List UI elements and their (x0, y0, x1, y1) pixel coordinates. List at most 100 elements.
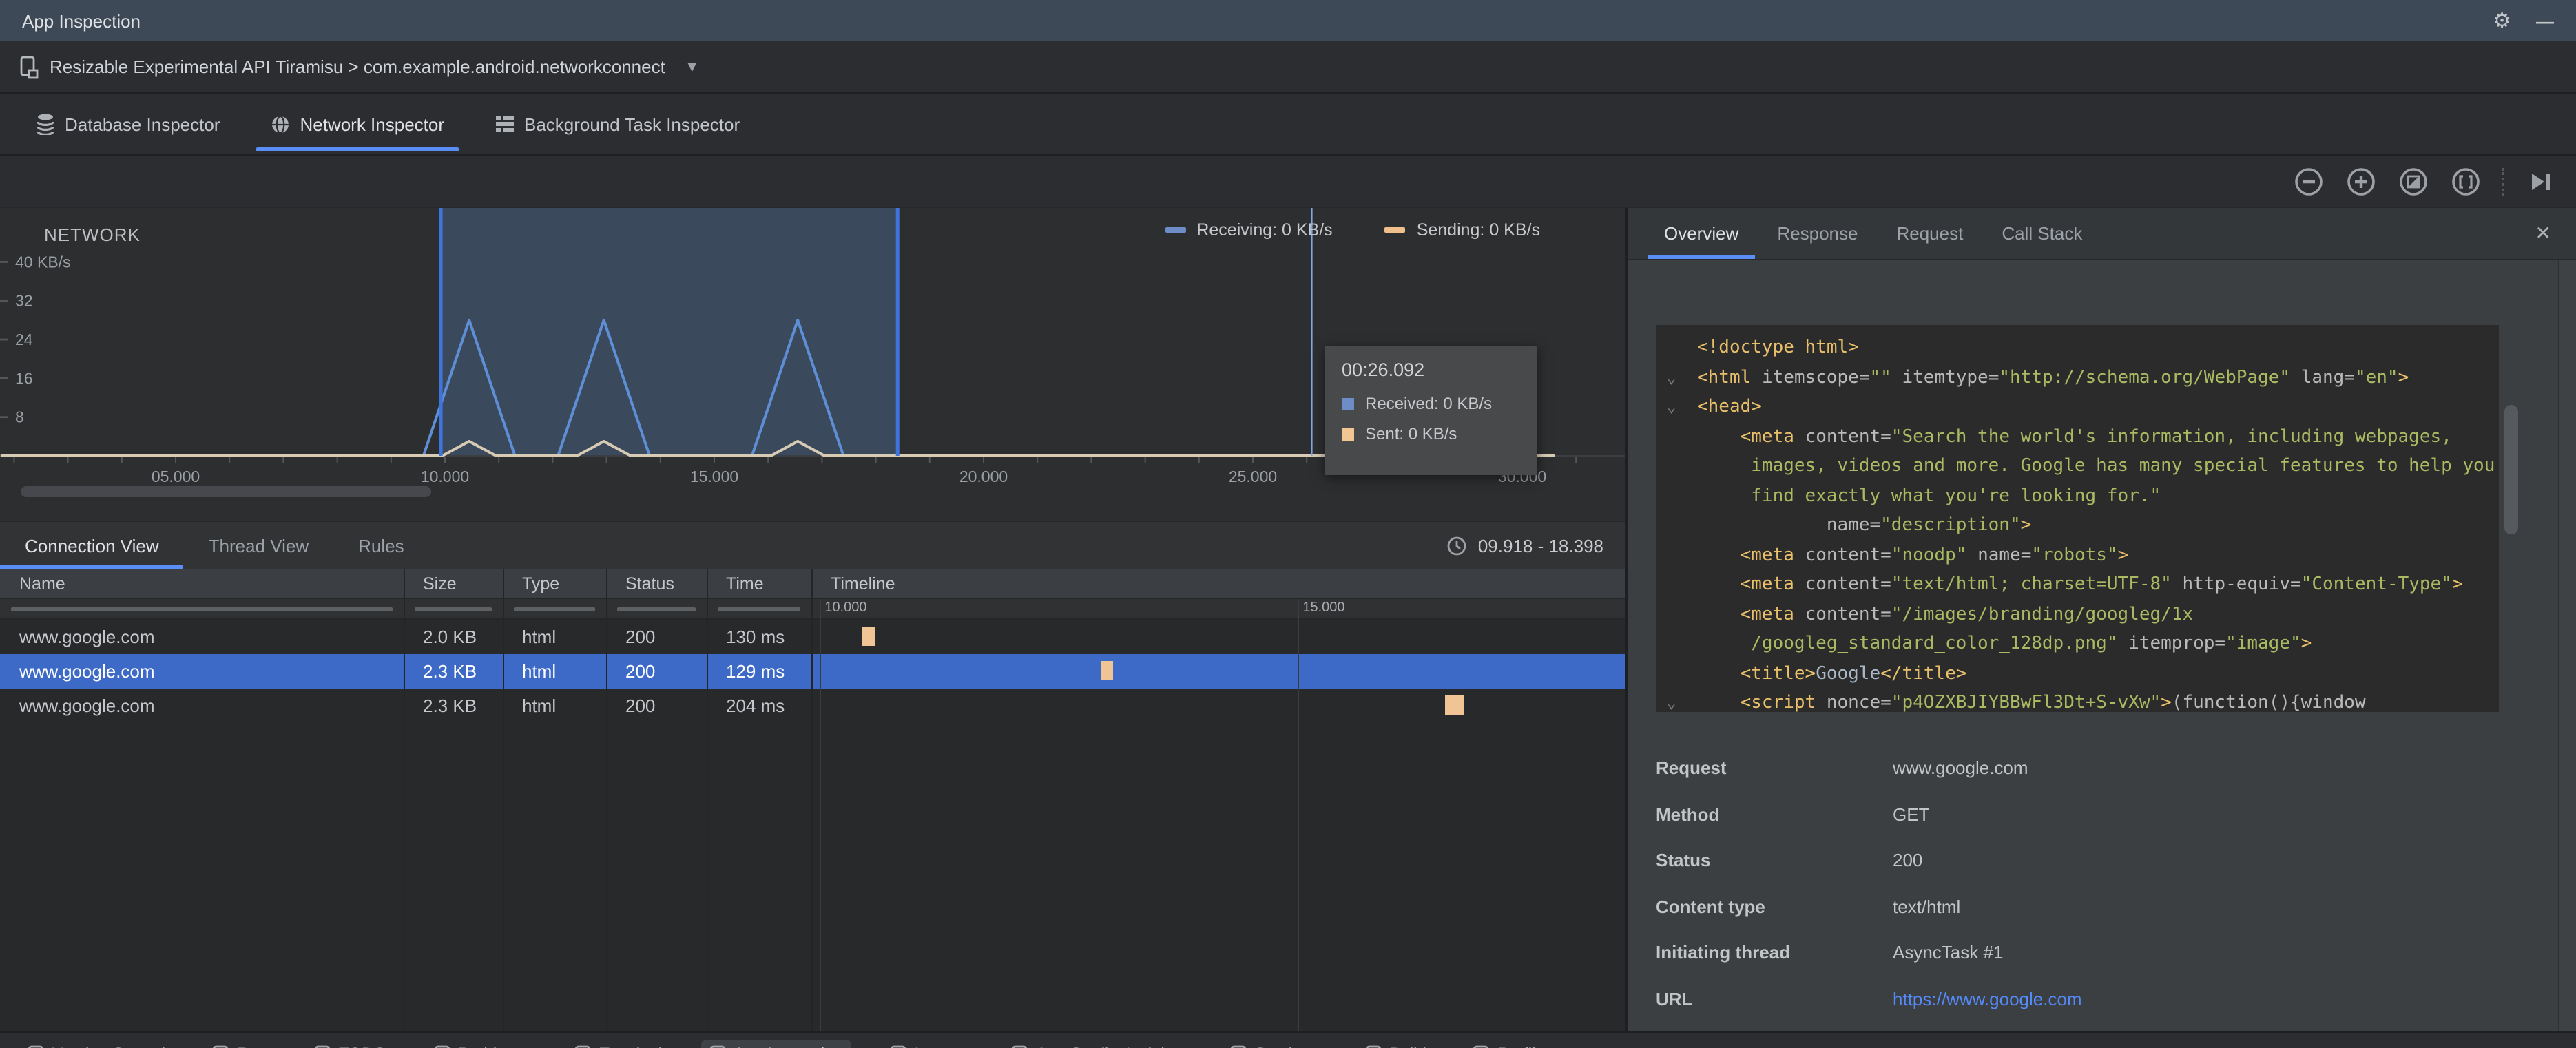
legend-receiving: Receiving: 0 KB/s (1165, 220, 1333, 240)
x-tick-label: 20.000 (959, 468, 1008, 485)
inspector-tabs: Database Inspector Network Inspector Bac… (0, 94, 2576, 156)
bottom-item-profiler[interactable]: Profiler (1465, 1039, 1559, 1048)
column-range-bar[interactable] (617, 607, 696, 611)
process-selector[interactable]: Resizable Experimental API Tiramisu > co… (0, 41, 2576, 94)
table-row[interactable]: www.google.com 2.3 KB html 200 204 ms (0, 689, 1625, 723)
chart-title: NETWORK (44, 224, 141, 245)
tab-network-inspector[interactable]: Network Inspector (250, 94, 464, 154)
timeline-bar[interactable] (1445, 695, 1465, 715)
column-header-timeline[interactable]: Timeline (811, 569, 1625, 598)
tab-response[interactable]: Response (1758, 208, 1877, 259)
scrollbar-thumb[interactable] (2504, 405, 2518, 534)
column-divider[interactable] (606, 569, 607, 1031)
reset-zoom-button[interactable] (2397, 165, 2430, 198)
bottom-item-label: App Inspection (734, 1043, 843, 1048)
column-range-bar[interactable] (514, 607, 595, 611)
field-value: GET (1893, 804, 1930, 825)
x-tick-label: 05.000 (152, 468, 200, 485)
code-line: <title>Google</title> (1740, 663, 1967, 684)
bottom-item-problems[interactable]: Problems (425, 1039, 536, 1048)
skip-to-end-button[interactable] (2524, 165, 2557, 198)
bottom-item-todo[interactable]: TODO (306, 1039, 395, 1048)
bottom-item-build[interactable]: Build (1356, 1039, 1434, 1048)
selected-range: 09.918 - 18.398 (1446, 535, 1603, 556)
timeline-bar[interactable] (862, 627, 875, 646)
bottom-item-logcat[interactable]: Logcat (882, 1039, 973, 1048)
column-header-time[interactable]: Time (707, 569, 811, 598)
table-row[interactable]: www.google.com 2.3 KB html 200 129 ms (0, 654, 1625, 689)
column-range-bar[interactable] (415, 607, 492, 611)
skip-to-end-icon (2532, 173, 2550, 189)
column-range-bar[interactable] (718, 607, 800, 611)
app-inspection-window: App Inspection ⚙ — Resizable Experimenta… (0, 0, 2576, 1048)
tool-window-icon (433, 1045, 450, 1048)
bottom-item-version-control[interactable]: Version Control (19, 1039, 174, 1048)
tab-call-stack[interactable]: Call Stack (1982, 208, 2101, 259)
close-icon[interactable]: ✕ (2527, 222, 2559, 245)
timeline-gridline (819, 599, 821, 1031)
cell-type: html (522, 661, 557, 682)
bottom-item-run[interactable]: Run (204, 1039, 276, 1048)
bottom-item-app-inspection[interactable]: App Inspection (700, 1039, 851, 1048)
column-header-size[interactable]: Size (404, 569, 503, 598)
fold-marker-icon[interactable]: ⌄ (1667, 392, 1683, 422)
tab-rules[interactable]: Rules (333, 522, 429, 569)
tab-overview[interactable]: Overview (1645, 208, 1758, 259)
column-header-type[interactable]: Type (503, 569, 606, 598)
timeline-bar[interactable] (1101, 661, 1114, 680)
column-divider[interactable] (404, 569, 405, 1031)
bottom-item-services[interactable]: Services (1221, 1039, 1326, 1048)
bottom-item-terminal[interactable]: Terminal (566, 1039, 670, 1048)
selection-left-handle (439, 208, 443, 456)
field-label: URL (1656, 988, 1693, 1009)
tab-label: Background Task Inspector (524, 114, 740, 134)
task-list-icon (495, 116, 513, 132)
chart-range-scrollbar (21, 486, 431, 497)
plus-circle-icon (2347, 167, 2375, 195)
gear-icon[interactable]: ⚙ (2493, 8, 2511, 33)
tab-request[interactable]: Request (1877, 208, 1982, 259)
bottom-item-label: Run (237, 1043, 267, 1048)
tab-thread-view[interactable]: Thread View (184, 522, 334, 569)
cell-time: 129 ms (726, 661, 785, 682)
table-row[interactable]: www.google.com 2.0 KB html 200 130 ms (0, 620, 1625, 654)
code-line: <meta content="/images/branding/googleg/… (1740, 604, 2194, 625)
zoom-out-button[interactable] (2292, 165, 2325, 198)
tab-background-task-inspector[interactable]: Background Task Inspector (475, 94, 759, 154)
field-label: Method (1656, 804, 1720, 825)
tool-window-icon (1473, 1045, 1490, 1048)
detail-field: Content type text/html (1656, 883, 2482, 930)
fold-marker-icon[interactable]: ⌄ (1667, 363, 1683, 392)
tool-window-icon (1230, 1045, 1246, 1048)
zoom-in-button[interactable] (2345, 165, 2378, 198)
x-tick-label: 10.000 (421, 468, 469, 485)
fold-marker-icon[interactable]: ⌄ (1667, 689, 1683, 712)
bottom-item-label: Build (1389, 1043, 1426, 1048)
cell-size: 2.3 KB (423, 695, 477, 716)
tooltip-received: Received: 0 KB/s (1342, 394, 1521, 413)
tab-label: Database Inspector (65, 114, 220, 134)
column-header-name[interactable]: Name (0, 569, 404, 598)
tab-database-inspector[interactable]: Database Inspector (17, 94, 239, 154)
minimize-icon[interactable]: — (2536, 10, 2554, 31)
column-header-status[interactable]: Status (606, 569, 707, 598)
column-divider[interactable] (503, 569, 504, 1031)
tool-window-icon (709, 1045, 725, 1048)
bottom-item-app-quality-insights[interactable]: App Quality Insights (1003, 1039, 1191, 1048)
timeline-tick-label: 15.000 (1302, 600, 1345, 616)
reset-zoom-icon (2400, 167, 2427, 195)
panel-scrollbar-track[interactable] (2558, 260, 2576, 1031)
zoom-to-selection-button[interactable] (2449, 165, 2482, 198)
cell-size: 2.3 KB (423, 661, 477, 682)
column-divider[interactable] (707, 569, 708, 1031)
tool-window-icon (28, 1045, 44, 1048)
url-link[interactable]: https://www.google.com (1893, 989, 2482, 1009)
response-code-viewer[interactable]: <!doctype html> <html itemscope="" itemty… (1656, 325, 2499, 712)
tab-connection-view[interactable]: Connection View (0, 522, 185, 569)
column-divider[interactable] (811, 569, 813, 1031)
detail-tabs: Overview Response Request Call Stack ✕ (1628, 208, 2576, 260)
column-range-bar[interactable] (11, 607, 393, 611)
network-chart[interactable]: 05.000 10.000 15.000 20.000 25.000 30.000 40 K… (0, 208, 1625, 521)
y-tick-label: 24 (15, 331, 33, 348)
network-panel: 05.000 10.000 15.000 20.000 25.000 30.000 40 K… (0, 208, 1625, 1031)
